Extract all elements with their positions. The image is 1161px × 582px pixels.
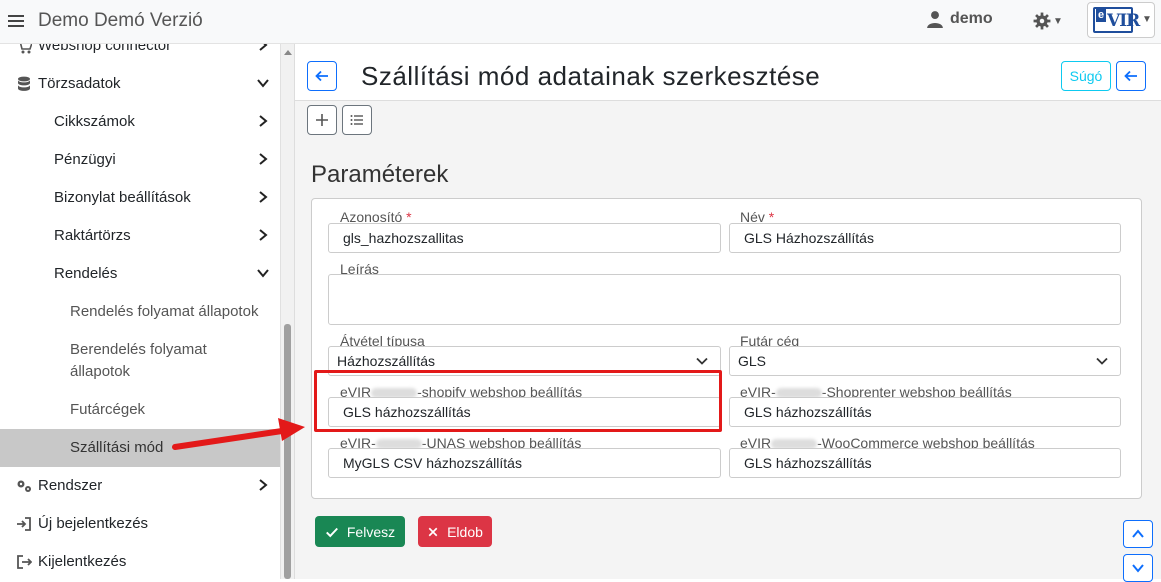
highlight-annotation-box [314,370,722,432]
chevron-down-icon [257,269,269,278]
leiras-textarea[interactable] [328,274,1121,325]
shoprenter-webshop-input[interactable]: GLS házhozszállítás [729,397,1121,427]
sidebar-item-cikkszamok[interactable]: Cikkszámok [0,103,280,141]
save-button[interactable]: Felvesz [315,516,405,547]
top-navbar: Demo Demó Verzió demo ▼ e VIR ▼ [0,0,1161,44]
sidebar-item-penzugyi[interactable]: Pénzügyi [0,141,280,179]
add-button[interactable] [307,105,337,135]
evir-logo-menu[interactable]: e VIR ▼ [1087,2,1155,38]
scrollbar-thumb[interactable] [284,324,291,579]
back-button[interactable] [307,61,337,91]
section-title: Paraméterek [311,161,449,188]
close-icon [428,527,438,536]
futar-ceg-select[interactable]: GLS [729,346,1121,376]
back-button-right[interactable] [1116,61,1146,91]
page-title: Szállítási mód adatainak szerkesztése [361,61,821,91]
chevron-right-icon [259,191,268,203]
settings-menu[interactable]: ▼ [1033,12,1063,30]
chevron-right-icon [259,44,268,51]
chevron-up-icon [1132,529,1144,538]
user-name: demo [950,10,993,27]
main-content: Szállítási mód adatainak szerkesztése Sú… [295,44,1161,582]
list-icon [350,115,363,125]
chevron-down-icon [696,357,708,365]
gear-icon [1033,12,1051,30]
sidebar: Webshop connector Törzsadatok Cikkszámok… [0,44,280,579]
gears-icon [17,480,31,492]
chevron-right-icon [259,229,268,241]
sidebar-item-szallitasi-mod[interactable]: Szállítási mód [0,429,280,467]
chevron-down-icon: ▼ [1053,15,1063,27]
user-menu[interactable]: demo [926,10,993,28]
cart-icon [19,44,32,54]
database-icon [18,76,30,91]
chevron-down-icon: ▼ [1142,14,1152,25]
arrow-left-icon [1124,70,1137,82]
chevron-down-icon [257,79,269,88]
check-icon [325,527,338,537]
logout-icon [17,555,32,569]
chevron-right-icon [259,479,268,491]
sidebar-item-kijelentkezes[interactable]: Kijelentkezés [0,543,280,579]
sidebar-item-uj-bejelentkezes[interactable]: Új bejelentkezés [0,505,280,543]
sidebar-item-berendeles-folyamat-allapotok[interactable]: Berendelés folyamat állapotok [0,331,280,389]
scroll-bottom-button[interactable] [1123,554,1153,582]
arrow-left-icon [315,70,328,82]
page-header: Szállítási mód adatainak szerkesztése Sú… [295,44,1161,101]
woocommerce-webshop-input[interactable]: GLS házhozszállítás [729,448,1121,478]
login-icon [17,517,31,531]
sidebar-item-bizonylat-beallitasok[interactable]: Bizonylat beállítások [0,179,280,217]
nev-input[interactable]: GLS Házhozszállítás [729,223,1121,253]
sidebar-item-raktartorzs[interactable]: Raktártörzs [0,217,280,255]
sidebar-scrollbar[interactable] [280,44,294,579]
unas-webshop-input[interactable]: MyGLS CSV házhozszállítás [328,448,721,478]
chevron-right-icon [259,115,268,127]
sidebar-item-futarcegek[interactable]: Futárcégek [0,391,280,429]
help-button[interactable]: Súgó [1061,61,1111,91]
chevron-right-icon [259,153,268,165]
cancel-button[interactable]: Eldob [418,516,492,547]
sidebar-item-rendeles-folyamat-allapotok[interactable]: Rendelés folyamat állapotok [0,293,280,331]
chevron-down-icon [1132,564,1144,573]
hamburger-menu-icon[interactable] [8,12,24,30]
sidebar-item-webshop-connector[interactable]: Webshop connector [0,44,280,65]
plus-icon [316,114,328,126]
sidebar-item-torzsadatok[interactable]: Törzsadatok [0,65,280,103]
sidebar-item-rendeles[interactable]: Rendelés [0,255,280,293]
evir-logo: e VIR [1093,7,1140,33]
chevron-down-icon [1096,357,1108,365]
sidebar-item-rendszer[interactable]: Rendszer [0,467,280,505]
list-button[interactable] [342,105,372,135]
scroll-top-button[interactable] [1123,520,1153,548]
scroll-up-arrow-icon[interactable] [284,50,292,55]
app-title: Demo Demó Verzió [38,10,203,31]
user-icon [927,11,943,28]
azonosito-input[interactable]: gls_hazhozszallitas [328,223,721,253]
